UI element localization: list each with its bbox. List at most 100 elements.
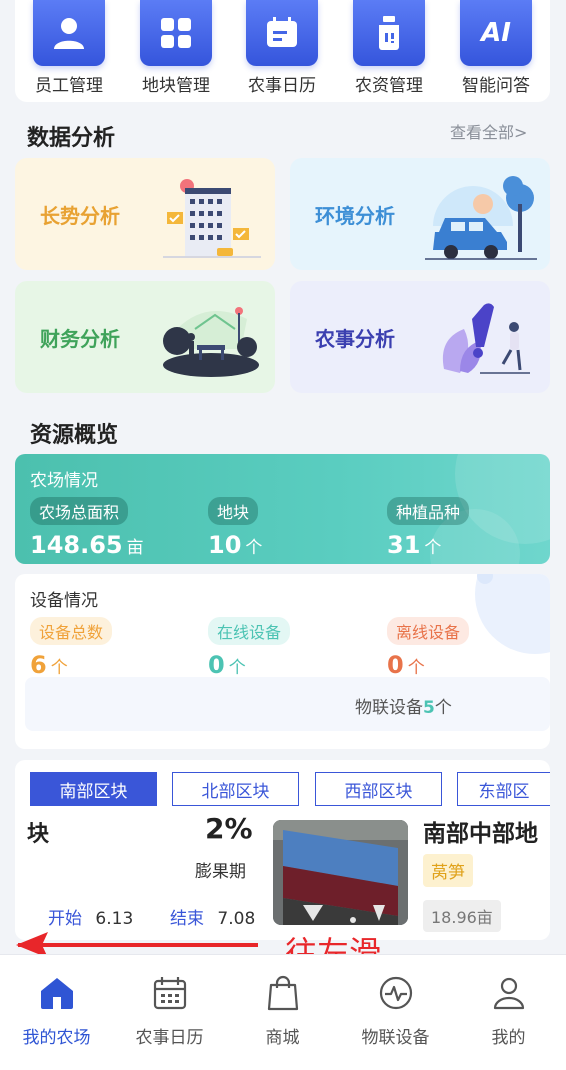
resources-section-title: 资源概览 <box>30 423 119 448</box>
tab-east-block[interactable]: 东部区 <box>457 772 550 806</box>
nav-label: 商城 <box>265 1028 300 1048</box>
tab-north-block[interactable]: 北部区块 <box>172 772 299 806</box>
calendar-icon <box>153 977 186 1010</box>
farm-stat-plots: 地块 10 个 <box>208 497 262 559</box>
end-date-group: 结束 7.08 <box>170 904 255 929</box>
device-stat-offline: 离线设备 0个 <box>387 617 470 679</box>
analysis-section-title: 数据分析 <box>27 126 116 151</box>
exclamation-illustration-icon <box>442 303 530 374</box>
device-stat-total: 设备总数 6个 <box>30 617 113 679</box>
progress-percent: 2% <box>205 812 253 845</box>
home-icon <box>40 978 73 1009</box>
grid-icon <box>140 0 212 66</box>
farming-analysis-card[interactable]: 农事分析 <box>290 281 550 393</box>
shortcut-label: 农事日历 <box>248 76 316 96</box>
person-icon <box>33 0 105 66</box>
car-illustration-icon <box>425 176 537 260</box>
stat-label: 设备总数 <box>30 617 113 645</box>
bottom-nav: 我的农场 农事日历 商城 物联设备 我的 <box>0 954 566 1070</box>
start-label: 开始 <box>48 909 82 929</box>
shortcut-label: 地块管理 <box>142 76 210 96</box>
stat-unit: 亩 <box>126 538 144 558</box>
end-label: 结束 <box>170 909 204 929</box>
growth-analysis-card[interactable]: 长势分析 <box>15 158 275 270</box>
stat-label: 离线设备 <box>387 617 470 645</box>
farm-stat-area: 农场总面积 148.65 亩 <box>30 497 144 559</box>
stat-value: 0 <box>387 651 404 679</box>
block-panel: 南部区块 北部区块 西部区块 东部区 块 2% 膨果期 开始 6.13 结束 7… <box>15 760 550 940</box>
nav-label: 农事日历 <box>135 1028 204 1048</box>
farm-stat-varieties: 种植品种 31 个 <box>387 497 470 559</box>
iot-device-bar[interactable]: 物联设备5个 <box>25 677 550 731</box>
stat-value: 6 <box>30 651 47 679</box>
stat-value: 0 <box>208 651 225 679</box>
end-date: 7.08 <box>217 909 256 929</box>
bottle-icon <box>353 0 425 66</box>
farm-heading: 农场情况 <box>30 471 98 491</box>
nav-mall[interactable]: 商城 <box>226 975 339 1048</box>
nav-my-farm[interactable]: 我的农场 <box>0 975 113 1048</box>
stat-label: 农场总面积 <box>30 497 129 525</box>
shortcut-panel: 员工管理 地块管理 农事日历 农资管理 AI 智能问答 <box>15 0 550 102</box>
shortcut-label: 智能问答 <box>462 76 530 96</box>
satellite-map-icon <box>273 820 408 925</box>
ai-icon-text: AI <box>481 18 511 48</box>
plot-map-thumbnail[interactable] <box>273 820 408 925</box>
crop-tag: 莴笋 <box>423 854 473 887</box>
stat-value: 10 <box>208 531 242 559</box>
stat-value: 31 <box>387 531 421 559</box>
plot-area-badge: 18.96亩 <box>423 900 501 932</box>
stat-unit: 个 <box>424 538 442 558</box>
park-illustration-icon <box>163 307 259 377</box>
nav-mine[interactable]: 我的 <box>452 975 565 1048</box>
pulse-icon <box>379 976 412 1010</box>
card-label: 长势分析 <box>40 204 120 228</box>
nav-label: 我的农场 <box>22 1028 91 1048</box>
building-illustration-icon <box>163 179 261 258</box>
shortcut-plots[interactable]: 地块管理 <box>131 0 221 96</box>
shortcut-label: 员工管理 <box>35 76 103 96</box>
nav-label: 物联设备 <box>361 1028 430 1048</box>
growth-stage: 膨果期 <box>195 862 246 882</box>
iot-suffix: 个 <box>434 698 452 718</box>
plot-name: 南部中部地 <box>423 821 538 847</box>
farm-overview-card: 农场情况 农场总面积 148.65 亩 地块 10 个 种植品种 31 个 <box>15 454 550 564</box>
stat-unit: 个 <box>228 658 246 678</box>
nav-iot-devices[interactable]: 物联设备 <box>339 975 452 1048</box>
shortcut-materials[interactable]: 农资管理 <box>344 0 434 96</box>
ai-icon: AI <box>460 0 532 66</box>
card-label: 农事分析 <box>315 327 395 351</box>
calendar-icon <box>246 0 318 66</box>
view-all-link[interactable]: 查看全部> <box>450 119 527 143</box>
shopping-bag-icon <box>267 975 298 1011</box>
stat-unit: 个 <box>50 658 68 678</box>
finance-analysis-card[interactable]: 财务分析 <box>15 281 275 393</box>
stat-unit: 个 <box>245 538 263 558</box>
iot-device-summary: 物联设备5个 <box>355 693 452 718</box>
tab-west-block[interactable]: 西部区块 <box>315 772 442 806</box>
device-stat-online: 在线设备 0个 <box>208 617 291 679</box>
environment-analysis-card[interactable]: 环境分析 <box>290 158 550 270</box>
shortcut-calendar[interactable]: 农事日历 <box>237 0 327 96</box>
user-icon <box>493 977 524 1010</box>
start-date-group: 开始 6.13 <box>48 904 133 929</box>
card-label: 财务分析 <box>40 327 120 351</box>
shortcut-staff[interactable]: 员工管理 <box>24 0 114 96</box>
stat-value: 148.65 <box>30 531 123 559</box>
iot-prefix: 物联设备 <box>355 698 423 718</box>
stat-label: 在线设备 <box>208 617 291 645</box>
start-date: 6.13 <box>95 909 134 929</box>
stat-label: 种植品种 <box>387 497 470 525</box>
nav-label: 我的 <box>491 1028 526 1048</box>
iot-count: 5 <box>423 698 435 718</box>
shortcut-ai-qa[interactable]: AI 智能问答 <box>451 0 541 96</box>
stat-unit: 个 <box>407 658 425 678</box>
card-label: 环境分析 <box>315 204 395 228</box>
shortcut-label: 农资管理 <box>355 76 423 96</box>
stat-label: 地块 <box>208 497 259 525</box>
nav-farming-calendar[interactable]: 农事日历 <box>113 975 226 1048</box>
device-overview-card: 设备情况 设备总数 6个 在线设备 0个 离线设备 0个 物联设备5个 <box>15 574 550 749</box>
device-heading: 设备情况 <box>30 591 98 611</box>
prev-plot-name-fragment: 块 <box>27 822 50 847</box>
tab-south-block[interactable]: 南部区块 <box>30 772 157 806</box>
